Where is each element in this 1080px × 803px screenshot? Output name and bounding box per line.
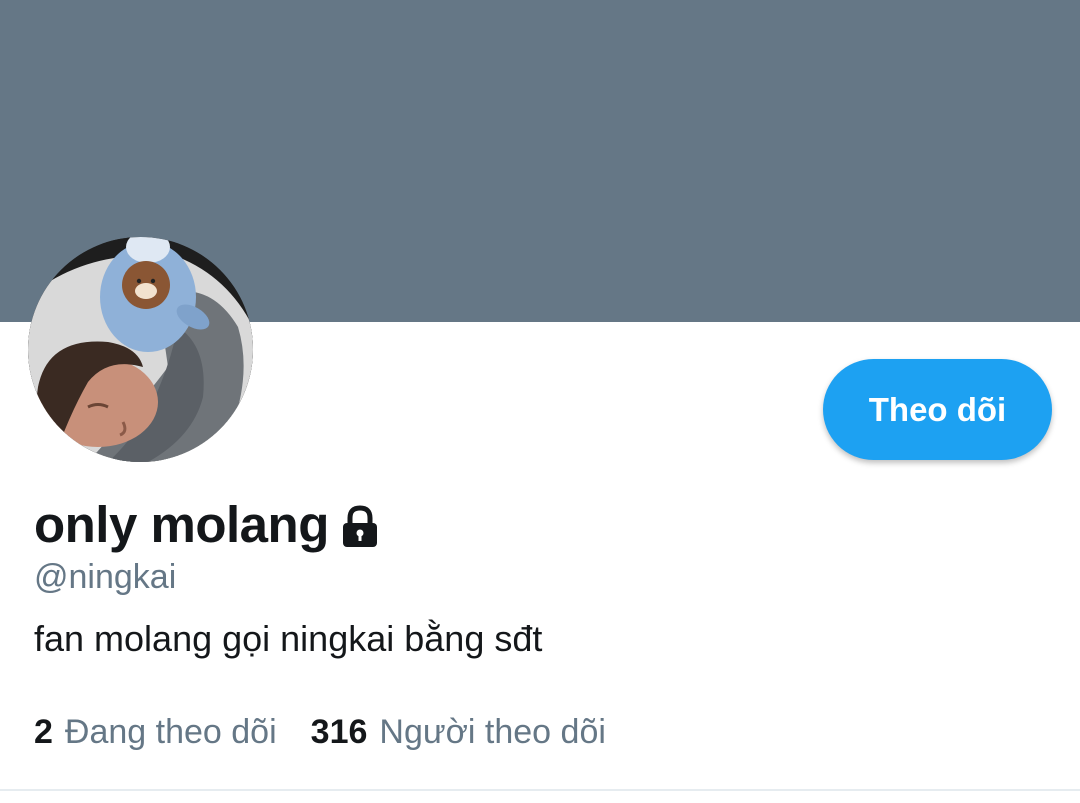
profile-stats: 2 Đang theo dõi 316 Người theo dõi <box>34 713 640 752</box>
profile-handle: @ningkai <box>34 558 177 596</box>
name-row: only molang <box>34 492 383 556</box>
profile-bio: fan molang gọi ningkai bằng sđt <box>34 618 543 659</box>
follow-button[interactable]: Theo dõi <box>823 359 1052 460</box>
followers-count: 316 <box>310 713 368 751</box>
avatar[interactable] <box>28 237 253 462</box>
divider <box>0 789 1080 791</box>
display-name: only molang <box>34 495 329 553</box>
followers-stat[interactable]: 316 Người theo dõi <box>311 713 606 752</box>
followers-label: Người theo dõi <box>379 713 606 751</box>
avatar-image <box>28 237 253 462</box>
lock-icon <box>337 504 383 550</box>
following-stat[interactable]: 2 Đang theo dõi <box>34 713 277 752</box>
following-count: 2 <box>34 713 53 751</box>
following-label: Đang theo dõi <box>64 713 277 751</box>
profile-page: Theo dõi only molang @ningkai fan molang… <box>0 0 1080 803</box>
